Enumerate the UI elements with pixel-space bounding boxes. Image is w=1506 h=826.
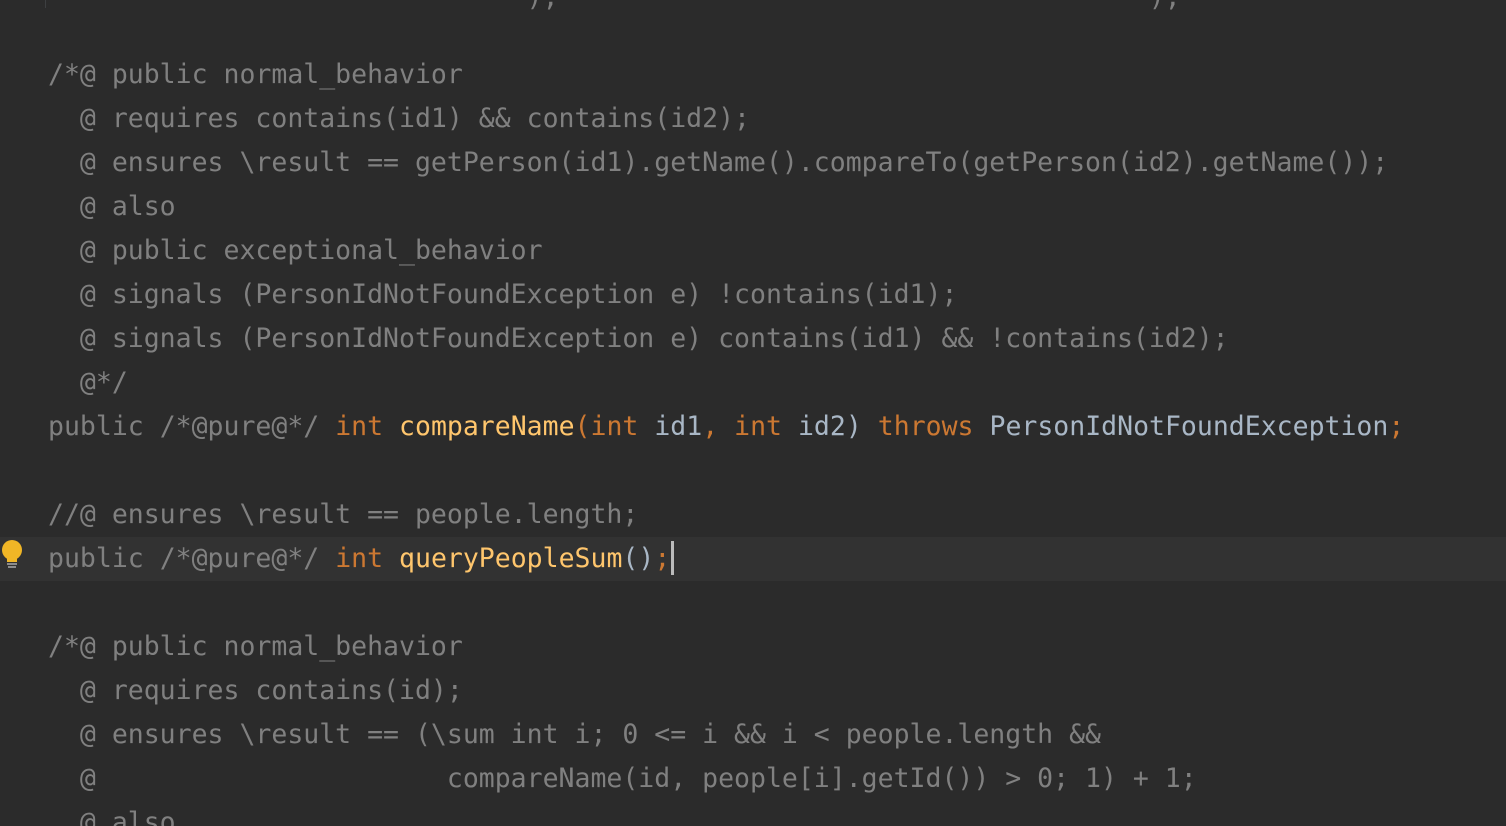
jml-comment: @ compareName(id, people[i].getId()) > 0… [48,763,1197,794]
code-line-4[interactable]: @ also [0,185,1506,229]
close-paren: ) [845,411,862,442]
code-line-9[interactable]: public /*@pure@*/ int compareName(int id… [0,405,1506,449]
jml-comment: @ public exceptional_behavior [48,235,543,266]
jml-comment: @ also [48,191,176,222]
code-line-current[interactable]: public /*@pure@*/ int queryPeopleSum(); [0,537,1506,581]
public-keyword: public [48,411,144,442]
lightbulb-icon-svg [2,540,22,568]
code-line-6[interactable]: @ signals (PersonIdNotFoundException e) … [0,273,1506,317]
code-line-3[interactable]: @ ensures \result == getPerson(id1).getN… [0,141,1506,185]
jml-comment: /*@ public normal_behavior [48,59,463,90]
code-line-16[interactable]: @ ensures \result == (\sum int i; 0 <= i… [0,713,1506,757]
code-line-2[interactable]: @ requires contains(id1) && contains(id2… [0,97,1506,141]
jml-comment: @ signals (PersonIdNotFoundException e) … [48,323,1229,354]
exception-type: PersonIdNotFoundException [989,411,1389,442]
lightbulb-icon[interactable] [0,538,26,570]
jml-comment: @ ensures \result == (\sum int i; 0 <= i… [48,719,1101,750]
int-keyword: int [335,411,384,442]
semicolon: ; [1388,411,1405,442]
parens: () [622,543,655,574]
code-line-18[interactable]: @ also [0,801,1506,826]
code-line-8[interactable]: @*/ [0,361,1506,405]
open-paren: ( [574,411,591,442]
pure-annotation: /*@pure@*/ [143,543,336,574]
jml-comment: //@ ensures \result == people.length; [48,499,639,530]
parameter: id2 [782,411,846,442]
int-keyword: int [734,411,783,442]
code-line-11[interactable]: //@ ensures \result == people.length; [0,493,1506,537]
indent-guide [45,0,46,8]
code-editor[interactable]: ); ); /*@ public normal_behavior @ requi… [0,0,1506,826]
text-caret [671,540,675,575]
method-name: queryPeopleSum [399,543,623,574]
throws-keyword: throws [877,411,974,442]
jml-comment: @ signals (PersonIdNotFoundException e) … [48,279,958,310]
comma: , [702,411,719,442]
jml-comment: /*@ public normal_behavior [48,631,463,662]
code-line-17[interactable]: @ compareName(id, people[i].getId()) > 0… [0,757,1506,801]
jml-comment: @ requires contains(id); [48,675,463,706]
parameter: id1 [638,411,703,442]
code-line-5[interactable]: @ public exceptional_behavior [0,229,1506,273]
jml-comment: @ also [48,807,176,826]
semicolon: ; [654,543,671,574]
code-line-15[interactable]: @ requires contains(id); [0,669,1506,713]
pure-annotation: /*@pure@*/ [143,411,336,442]
int-keyword: int [335,543,384,574]
method-name: compareName [399,411,575,442]
code-line-partial: ); ); [48,0,1181,11]
code-line-1[interactable]: /*@ public normal_behavior [0,53,1506,97]
jml-comment: @*/ [48,367,128,398]
int-keyword: int [590,411,639,442]
code-line-14[interactable]: /*@ public normal_behavior [0,625,1506,669]
jml-comment: @ ensures \result == getPerson(id1).getN… [48,147,1389,178]
public-keyword: public [48,543,144,574]
method-declaration-compare-name: public /*@pure@*/ int compareName(int id… [48,405,1404,449]
code-line-7[interactable]: @ signals (PersonIdNotFoundException e) … [0,317,1506,361]
jml-comment: @ requires contains(id1) && contains(id2… [48,103,750,134]
method-declaration-query-people-sum: public /*@pure@*/ int queryPeopleSum(); [48,537,675,581]
